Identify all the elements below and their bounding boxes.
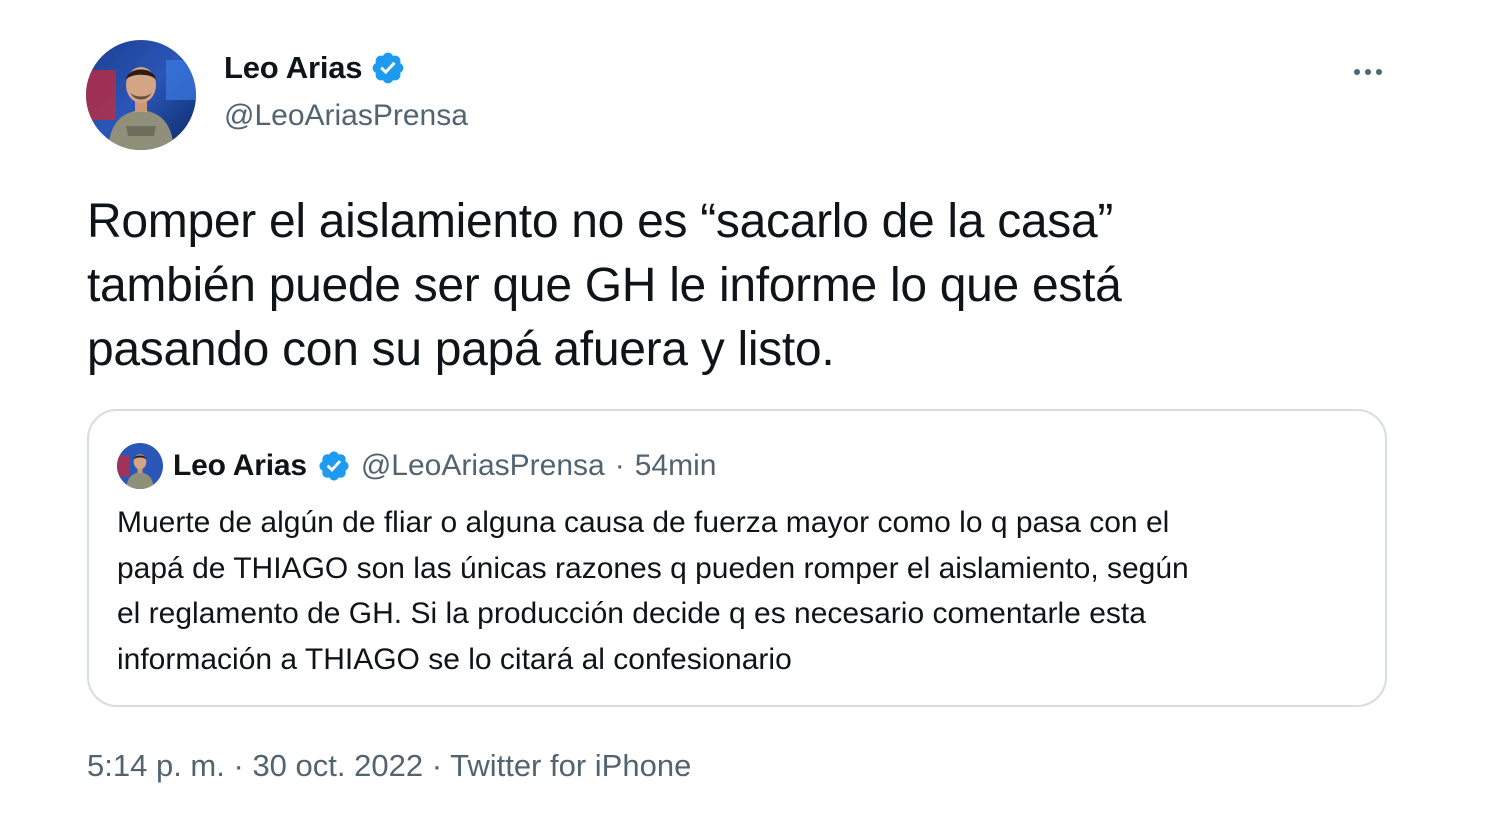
verified-badge-icon (370, 50, 406, 86)
quoted-text-line: información a THIAGO se lo citará al con… (117, 642, 792, 676)
tweet-time[interactable]: 5:14 p. m. (87, 748, 225, 783)
quoted-text-line: Muerte de algún de fliar o alguna causa … (117, 506, 1170, 539)
separator: · (431, 748, 443, 783)
profile-photo-icon (117, 443, 163, 489)
tweet-source[interactable]: Twitter for iPhone (450, 748, 691, 783)
tweet-text-line: también puede ser que GH le informe lo q… (87, 259, 1122, 312)
quoted-tweet-text: Muerte de algún de fliar o alguna causa … (117, 500, 1367, 682)
profile-photo-icon (86, 40, 196, 150)
tweet-text-line: Romper el aislamiento no es “sacarlo de … (87, 195, 1114, 248)
author-name[interactable]: Leo Arias (224, 50, 406, 86)
quoted-author-avatar[interactable] (117, 443, 163, 489)
tweet-metadata: 5:14 p. m. · 30 oct. 2022 · Twitter for … (87, 748, 691, 784)
tweet-date[interactable]: 30 oct. 2022 (252, 748, 423, 783)
author-avatar[interactable] (86, 40, 196, 150)
quoted-tweet-header: Leo Arias @LeoAriasPrensa · 54min (117, 443, 716, 489)
verified-badge-icon (317, 449, 351, 483)
more-horizontal-icon (1354, 69, 1382, 75)
tweet: Leo Arias @LeoAriasPrensa Romper el aisl… (0, 0, 1500, 825)
quoted-text-line: papá de THIAGO son las únicas razones q … (117, 551, 1189, 585)
quoted-author-name[interactable]: Leo Arias (173, 449, 307, 483)
tweet-text-line: pasando con su papá afuera y listo. (87, 323, 835, 376)
more-options-button[interactable] (1340, 52, 1396, 92)
quoted-author-handle[interactable]: @LeoAriasPrensa (361, 449, 605, 483)
quoted-text-line: el reglamento de GH. Si la producción de… (117, 597, 1146, 630)
separator: · (233, 748, 244, 783)
separator: · (614, 449, 625, 482)
quoted-tweet-card[interactable]: Leo Arias @LeoAriasPrensa · 54min Muerte… (87, 409, 1387, 707)
tweet-text: Romper el aislamiento no es “sacarlo de … (87, 190, 1387, 382)
author-name-text: Leo Arias (224, 50, 363, 85)
quoted-timestamp[interactable]: 54min (635, 449, 717, 483)
author-handle[interactable]: @LeoAriasPrensa (224, 99, 468, 133)
